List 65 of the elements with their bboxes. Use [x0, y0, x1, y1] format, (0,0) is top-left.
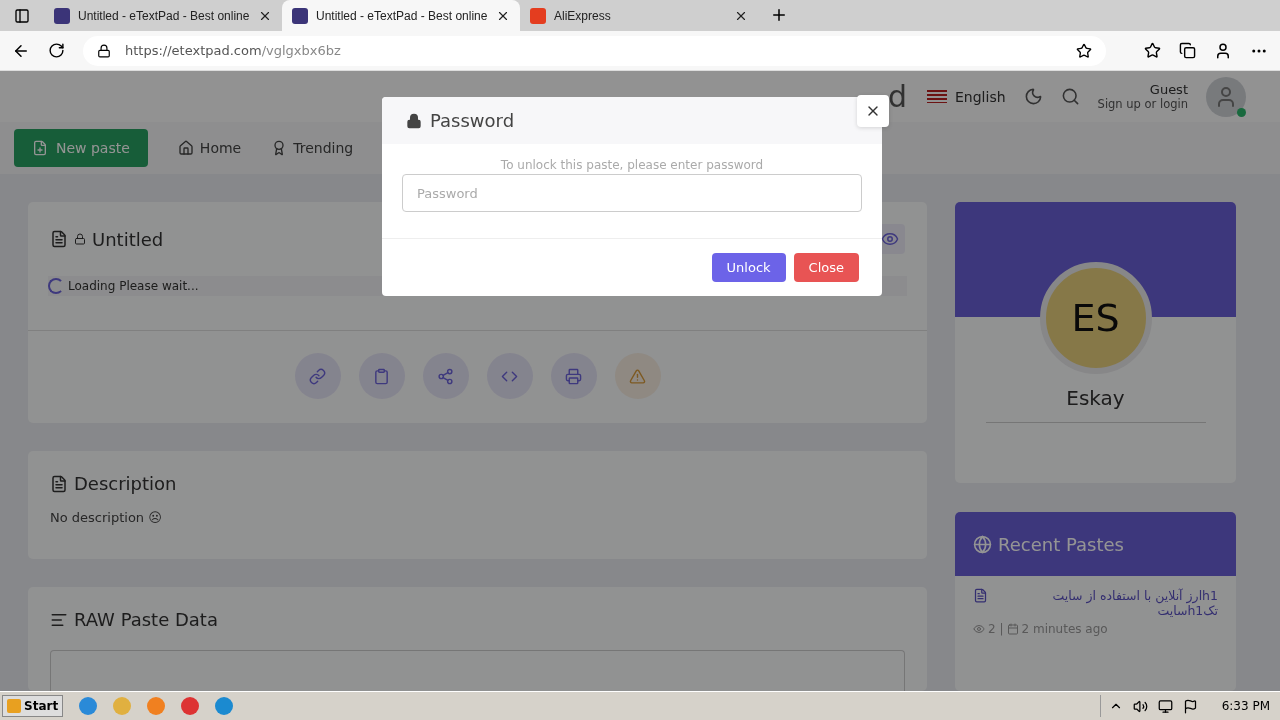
flag-icon [927, 90, 947, 104]
new-tab-icon[interactable] [770, 6, 788, 24]
collections-icon[interactable] [1179, 42, 1196, 59]
new-paste-button[interactable]: New paste [14, 129, 148, 168]
password-field[interactable]: Password [402, 174, 862, 212]
search-icon[interactable] [1060, 87, 1080, 107]
recent-title: Recent Pastes [998, 533, 1124, 555]
start-button[interactable]: Start [2, 695, 64, 717]
nav-link[interactable]: Home [177, 140, 242, 157]
author-name: Eskay [985, 386, 1206, 423]
network-icon[interactable] [1157, 698, 1173, 714]
user-name: Guest [1149, 82, 1188, 98]
share-icon [437, 367, 454, 385]
browser-tab[interactable]: Untitled - eTextPad - Best online [44, 0, 282, 31]
printer-icon [565, 367, 582, 385]
site-title: d [887, 79, 907, 115]
tab-actions-icon[interactable] [14, 8, 30, 24]
warning-icon [629, 367, 646, 385]
document-icon [50, 230, 68, 248]
paste-time: 2 minutes ago [1021, 622, 1108, 636]
description-title: Description [74, 473, 177, 494]
spinner-icon [48, 278, 64, 294]
dialog-hint: To unlock this paste, please enter password [500, 158, 764, 172]
globe-icon [973, 534, 992, 554]
moon-icon[interactable] [1023, 87, 1043, 107]
description-text: No description ☹ [49, 509, 163, 527]
volume-icon[interactable] [1132, 698, 1148, 714]
house-icon [177, 140, 194, 157]
file-plus-icon [32, 140, 48, 157]
lock-icon [74, 233, 86, 245]
eye-icon [881, 230, 899, 248]
document-icon [50, 474, 68, 493]
unlock-button[interactable]: Unlock [711, 253, 786, 282]
lock-icon [406, 112, 422, 129]
print-button[interactable] [550, 353, 597, 399]
online-dot [1237, 107, 1246, 117]
copy-button[interactable] [358, 353, 405, 399]
link-icon [309, 367, 326, 385]
favorite-icon[interactable] [1076, 42, 1092, 59]
calendar-icon [1006, 623, 1019, 635]
view-count: 2 | [988, 622, 1004, 636]
document-icon [973, 588, 988, 603]
recent-paste-link[interactable]: h1ارز آنلاین با استفاده از سایت تکh1سایت [994, 588, 1218, 618]
clock: 6:33 PM [1221, 699, 1270, 713]
reload-icon[interactable] [48, 42, 65, 59]
dialog-title: Password [430, 110, 515, 131]
share-button[interactable] [422, 353, 469, 399]
address-field[interactable]: https://etextpad.com/vglgxbx6bz [83, 35, 1106, 66]
browser-tab[interactable]: AliExpress [520, 0, 758, 31]
lock-icon [97, 43, 111, 58]
clipboard-icon [373, 367, 390, 385]
close-button[interactable] [857, 95, 889, 127]
nav-link[interactable]: Trending [271, 140, 354, 157]
loading-text: Loading Please wait... [68, 279, 199, 293]
raw-title: RAW Paste Data [74, 609, 218, 630]
cancel-button[interactable]: Close [793, 253, 859, 282]
eye-icon [973, 623, 985, 635]
favorites-icon[interactable] [1144, 42, 1161, 59]
avatar[interactable] [1206, 76, 1246, 117]
browser-tab[interactable]: Untitled - eTextPad - Best online [282, 0, 520, 31]
flag-icon[interactable] [1182, 698, 1198, 714]
language-selector[interactable]: English [927, 88, 1006, 105]
profile-icon[interactable] [1214, 41, 1232, 60]
paste-title: Untitled [92, 228, 164, 250]
login-link[interactable]: Sign up or login [1097, 97, 1188, 112]
